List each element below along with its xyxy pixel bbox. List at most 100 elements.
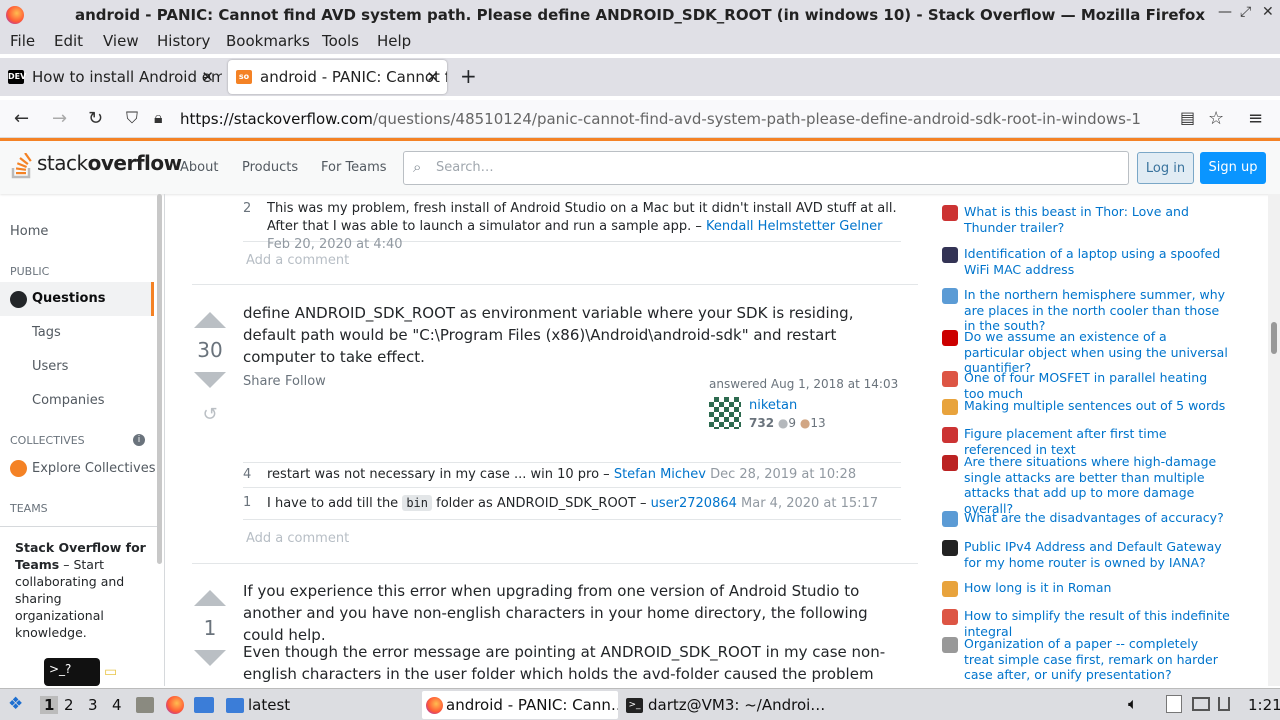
- site-icon: [942, 637, 958, 653]
- new-tab-icon[interactable]: +: [460, 64, 477, 88]
- comment-user-link[interactable]: Kendall Helmstetter Gelner: [706, 219, 883, 234]
- user-link[interactable]: niketan: [749, 398, 797, 413]
- taskbar-folder-latest[interactable]: latest: [224, 691, 414, 719]
- answer-paragraph: Even though the error message are pointi…: [243, 643, 886, 683]
- network-icon[interactable]: [1218, 697, 1230, 711]
- menu-file[interactable]: File: [10, 32, 35, 50]
- forward-icon[interactable]: →: [52, 108, 67, 129]
- hot-question-link[interactable]: What is this beast in Thor: Love and Thu…: [964, 204, 1230, 235]
- hot-question-link[interactable]: Identification of a laptop using a spoof…: [964, 246, 1230, 277]
- nav-users[interactable]: Users: [32, 359, 68, 374]
- firefox-launcher-icon[interactable]: [166, 696, 184, 714]
- signup-button[interactable]: Sign up: [1200, 152, 1266, 184]
- login-button[interactable]: Log in: [1137, 152, 1194, 184]
- follow-link[interactable]: Follow: [285, 374, 326, 389]
- nav-companies[interactable]: Companies: [32, 393, 105, 408]
- clock: 1:21: [1248, 696, 1280, 714]
- hot-question-link[interactable]: What are the disadvantages of accuracy?: [964, 510, 1224, 526]
- tab-label: android - PANIC: Cannot f: [260, 68, 447, 86]
- taskbar-terminal-window[interactable]: >_ dartz@VM3: ~/Androi…: [624, 691, 824, 719]
- comment-score: 4: [243, 467, 252, 482]
- app-menu-icon[interactable]: ≡: [1248, 108, 1263, 129]
- close-tab-icon[interactable]: ✕: [201, 68, 214, 86]
- file-manager-icon[interactable]: [136, 697, 154, 713]
- comment: 2 This was my problem, fresh install of …: [243, 200, 901, 252]
- menu-bar: File Edit View History Bookmarks Tools H…: [0, 30, 1280, 54]
- taskbar-firefox-window[interactable]: android - PANIC: Cann…: [422, 691, 618, 719]
- nav-tags[interactable]: Tags: [32, 325, 61, 340]
- start-menu-icon[interactable]: ❖: [8, 694, 23, 714]
- hot-question-link[interactable]: Figure placement after first time refere…: [964, 426, 1230, 457]
- downvote-icon[interactable]: [194, 650, 226, 666]
- products-link[interactable]: Products: [242, 160, 298, 175]
- workspace-1[interactable]: 1: [40, 696, 59, 714]
- close-icon[interactable]: ✕: [1262, 4, 1274, 20]
- hot-question-link[interactable]: Organization of a paper -- completely tr…: [964, 636, 1230, 683]
- answer-body: define ANDROID_SDK_ROOT as environment v…: [243, 304, 854, 366]
- upvote-icon[interactable]: [194, 312, 226, 328]
- bookmark-star-icon[interactable]: ☆: [1208, 108, 1224, 129]
- scrollbar-thumb[interactable]: [1271, 322, 1277, 354]
- hot-question-link[interactable]: Public IPv4 Address and Default Gateway …: [964, 539, 1230, 570]
- add-comment-link[interactable]: Add a comment: [246, 531, 349, 546]
- nav-home[interactable]: Home: [10, 224, 48, 239]
- info-icon[interactable]: i: [133, 434, 145, 446]
- workspace-3[interactable]: 3: [88, 696, 98, 714]
- tab-dev[interactable]: DEV How to install Android em ✕: [0, 60, 222, 94]
- terminal-widget-icon[interactable]: >_?: [44, 658, 100, 686]
- url-bar[interactable]: https://stackoverflow.com/questions/4851…: [180, 110, 1141, 128]
- close-tab-icon[interactable]: ✕: [426, 68, 439, 86]
- volume-icon[interactable]: 🔈︎: [1128, 694, 1138, 714]
- back-icon[interactable]: ←: [14, 108, 29, 129]
- hot-question-link[interactable]: How long is it in Roman: [964, 580, 1111, 596]
- tab-stackoverflow[interactable]: so android - PANIC: Cannot f ✕: [228, 60, 447, 94]
- workspace-2[interactable]: 2: [64, 696, 74, 714]
- sidebar-scrollbar[interactable]: [157, 194, 162, 564]
- reload-icon[interactable]: ↻: [88, 108, 103, 129]
- hot-question-link[interactable]: Do we assume an existence of a particula…: [964, 329, 1230, 376]
- clipboard-icon[interactable]: [1166, 695, 1182, 713]
- workspace-4[interactable]: 4: [112, 696, 122, 714]
- comment: 4 restart was not necessary in my case .…: [243, 462, 901, 488]
- upvote-icon[interactable]: [194, 590, 226, 606]
- hot-question-link[interactable]: One of four MOSFET in parallel heating t…: [964, 370, 1230, 401]
- site-icon: [942, 288, 958, 304]
- hot-question-link[interactable]: Making multiple sentences out of 5 words: [964, 398, 1225, 414]
- about-link[interactable]: About: [180, 160, 218, 175]
- page-scrollbar[interactable]: [1268, 194, 1280, 686]
- hot-question-link[interactable]: Are there situations where high-damage s…: [964, 454, 1230, 516]
- tab-label: How to install Android em: [32, 68, 222, 86]
- so-favicon-icon: so: [236, 70, 252, 84]
- menu-bookmarks[interactable]: Bookmarks: [226, 32, 310, 50]
- minimize-icon[interactable]: —: [1218, 4, 1232, 20]
- downvote-icon[interactable]: [194, 372, 226, 388]
- avatar[interactable]: [709, 397, 741, 429]
- menu-tools[interactable]: Tools: [322, 32, 359, 50]
- comment-score: 1: [243, 495, 252, 510]
- reader-mode-icon[interactable]: ▤: [1180, 108, 1195, 127]
- vote-count: 1: [203, 616, 217, 640]
- menu-view[interactable]: View: [103, 32, 139, 50]
- nav-explore-collectives[interactable]: Explore Collectives: [32, 461, 156, 476]
- hot-question-link[interactable]: How to simplify the result of this indef…: [964, 608, 1230, 639]
- user-reputation: 732 ●9 ●13: [749, 416, 826, 430]
- share-link[interactable]: Share: [243, 374, 281, 389]
- menu-edit[interactable]: Edit: [54, 32, 83, 50]
- stackoverflow-logo[interactable]: stackoverflow: [10, 151, 182, 179]
- nav-questions[interactable]: Questions: [0, 282, 154, 316]
- maximize-icon[interactable]: ⤢: [1240, 4, 1251, 20]
- add-comment-link[interactable]: Add a comment: [246, 253, 349, 268]
- comment-user-link[interactable]: user2720864: [651, 496, 737, 511]
- collectives-icon: [10, 460, 27, 477]
- for-teams-link[interactable]: For Teams: [321, 160, 387, 175]
- shield-icon[interactable]: ⛉: [126, 108, 138, 128]
- desktop-icon[interactable]: [194, 697, 214, 713]
- comment-user-link[interactable]: Stefan Michev: [614, 467, 706, 482]
- hot-question-link[interactable]: In the northern hemisphere summer, why a…: [964, 287, 1230, 334]
- history-icon[interactable]: ↺: [193, 404, 227, 425]
- display-icon[interactable]: [1192, 697, 1210, 711]
- menu-help[interactable]: Help: [377, 32, 411, 50]
- search-input[interactable]: ⌕ Search…: [403, 151, 1129, 185]
- lock-icon[interactable]: 🔒︎: [154, 108, 163, 128]
- menu-history[interactable]: History: [157, 32, 210, 50]
